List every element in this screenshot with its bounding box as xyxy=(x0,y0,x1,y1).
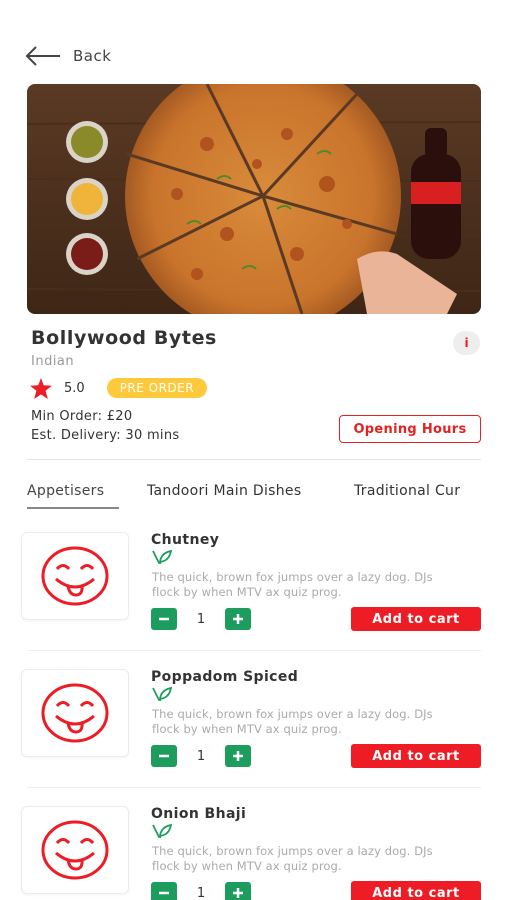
smiley-tongue-icon xyxy=(41,683,109,743)
decrease-quantity-button[interactable] xyxy=(151,608,177,630)
menu-item: Poppadom Spiced The quick, brown fox jum… xyxy=(0,669,507,806)
back-label: Back xyxy=(73,47,112,65)
plus-icon xyxy=(233,888,243,898)
tab-appetisers[interactable]: Appetisers xyxy=(27,483,104,499)
leaf-icon xyxy=(152,549,172,564)
item-divider xyxy=(27,650,481,651)
restaurant-hero-image xyxy=(27,84,481,314)
active-tab-indicator xyxy=(27,507,119,509)
star-icon xyxy=(30,377,52,399)
minus-icon xyxy=(159,754,169,758)
restaurant-cuisine: Indian xyxy=(31,354,75,369)
decrease-quantity-button[interactable] xyxy=(151,882,177,900)
minus-icon xyxy=(159,617,169,621)
est-delivery-text: Est. Delivery: 30 mins xyxy=(31,428,180,443)
plus-icon xyxy=(233,751,243,761)
restaurant-name: Bollywood Bytes xyxy=(31,327,217,349)
info-button[interactable]: i xyxy=(453,331,480,355)
increase-quantity-button[interactable] xyxy=(225,882,251,900)
quantity-value: 1 xyxy=(196,748,206,764)
item-image xyxy=(21,806,129,894)
divider xyxy=(27,459,481,460)
quantity-stepper: 1 xyxy=(151,745,251,767)
tab-tandoori-main-dishes[interactable]: Tandoori Main Dishes xyxy=(147,483,301,499)
item-name: Poppadom Spiced xyxy=(151,669,299,685)
quantity-stepper: 1 xyxy=(151,882,251,900)
quantity-value: 1 xyxy=(196,611,206,627)
item-description: The quick, brown fox jumps over a lazy d… xyxy=(152,570,433,599)
tab-traditional-curries[interactable]: Traditional Cur xyxy=(354,483,460,499)
rating-value: 5.0 xyxy=(64,380,85,396)
smiley-tongue-icon xyxy=(41,546,109,606)
menu-item: Onion Bhaji The quick, brown fox jumps o… xyxy=(0,806,507,900)
pre-order-badge: PRE ORDER xyxy=(106,378,208,398)
info-icon: i xyxy=(464,336,469,350)
rating-row: 5.0 PRE ORDER xyxy=(30,376,208,400)
item-name: Onion Bhaji xyxy=(151,806,247,822)
menu-item: Chutney The quick, brown fox jumps over … xyxy=(0,532,507,669)
leaf-icon xyxy=(152,823,172,838)
item-divider xyxy=(27,787,481,788)
item-image xyxy=(21,669,129,757)
item-description: The quick, brown fox jumps over a lazy d… xyxy=(152,707,433,736)
add-to-cart-button[interactable]: Add to cart xyxy=(351,881,481,900)
item-description: The quick, brown fox jumps over a lazy d… xyxy=(152,844,433,873)
quantity-value: 1 xyxy=(196,885,206,900)
arrow-left-icon xyxy=(25,46,60,66)
increase-quantity-button[interactable] xyxy=(225,608,251,630)
back-button[interactable]: Back xyxy=(25,45,111,67)
category-tabs: Appetisers Tandoori Main Dishes Traditio… xyxy=(0,478,481,512)
item-image xyxy=(21,532,129,620)
leaf-icon xyxy=(152,686,172,701)
add-to-cart-button[interactable]: Add to cart xyxy=(351,744,481,768)
minus-icon xyxy=(159,891,169,895)
increase-quantity-button[interactable] xyxy=(225,745,251,767)
min-order-text: Min Order: £20 xyxy=(31,409,133,424)
add-to-cart-button[interactable]: Add to cart xyxy=(351,607,481,631)
item-name: Chutney xyxy=(151,532,220,548)
decrease-quantity-button[interactable] xyxy=(151,745,177,767)
plus-icon xyxy=(233,614,243,624)
opening-hours-button[interactable]: Opening Hours xyxy=(339,415,481,443)
quantity-stepper: 1 xyxy=(151,608,251,630)
smiley-tongue-icon xyxy=(41,820,109,880)
